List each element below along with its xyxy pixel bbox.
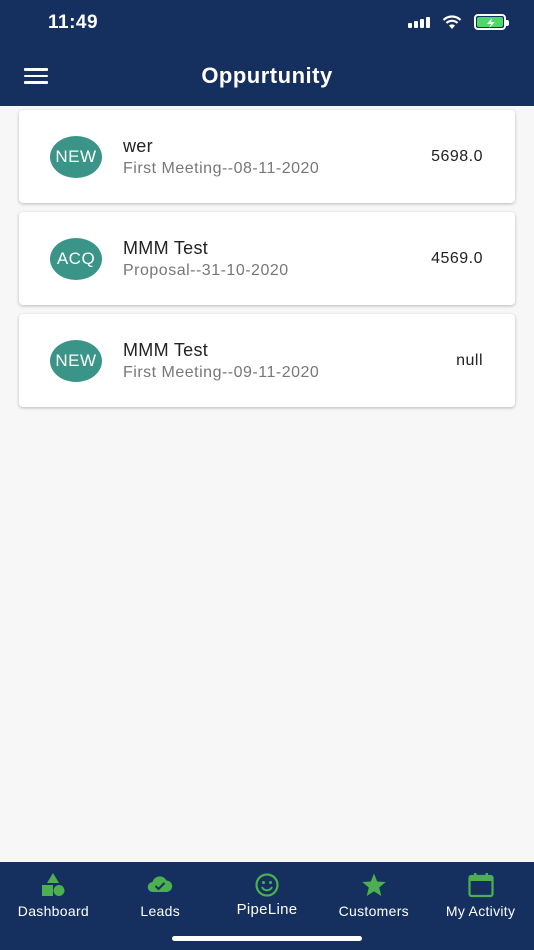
signal-icon xyxy=(408,16,430,28)
opportunity-card[interactable]: ACQ MMM Test Proposal--31-10-2020 4569.0 xyxy=(19,212,515,305)
nav-my-activity[interactable]: My Activity xyxy=(427,862,534,950)
opportunity-card[interactable]: NEW wer First Meeting--08-11-2020 5698.0 xyxy=(19,110,515,203)
opportunity-stage: First Meeting--08-11-2020 xyxy=(123,160,320,177)
opportunity-name: wer xyxy=(123,136,153,156)
opportunity-amount: null xyxy=(456,352,483,369)
stage-badge: NEW xyxy=(50,136,102,178)
calendar-icon xyxy=(467,873,494,898)
home-indicator[interactable] xyxy=(172,936,362,941)
cloud-check-icon xyxy=(147,876,173,893)
star-icon xyxy=(361,873,386,896)
opportunity-name: MMM Test xyxy=(123,340,209,360)
opportunity-amount: 5698.0 xyxy=(431,148,483,165)
nav-label: PipeLine xyxy=(236,901,298,918)
status-time: 11:49 xyxy=(48,12,99,33)
opportunity-stage: First Meeting--09-11-2020 xyxy=(123,364,320,381)
opportunity-card[interactable]: NEW MMM Test First Meeting--09-11-2020 n… xyxy=(19,314,515,407)
opportunity-stage: Proposal--31-10-2020 xyxy=(123,262,289,279)
opportunity-amount: 4569.0 xyxy=(431,250,483,267)
opportunity-name: MMM Test xyxy=(123,238,209,258)
nav-dashboard[interactable]: Dashboard xyxy=(0,862,107,950)
shapes-icon xyxy=(42,873,65,896)
smiley-icon xyxy=(255,873,279,897)
wifi-icon xyxy=(442,14,462,29)
battery-icon xyxy=(474,14,509,30)
status-icons xyxy=(408,14,509,30)
stage-badge: NEW xyxy=(50,340,102,382)
nav-label: Leads xyxy=(140,903,181,919)
opportunity-list: NEW wer First Meeting--08-11-2020 5698.0… xyxy=(19,110,515,416)
nav-label: Dashboard xyxy=(17,903,89,919)
page-title: Oppurtunity xyxy=(201,63,333,88)
nav-label: Customers xyxy=(338,903,409,919)
app-header: 11:49 Oppurtunity xyxy=(0,0,534,106)
nav-label: My Activity xyxy=(445,903,516,919)
stage-badge: ACQ xyxy=(50,238,102,280)
